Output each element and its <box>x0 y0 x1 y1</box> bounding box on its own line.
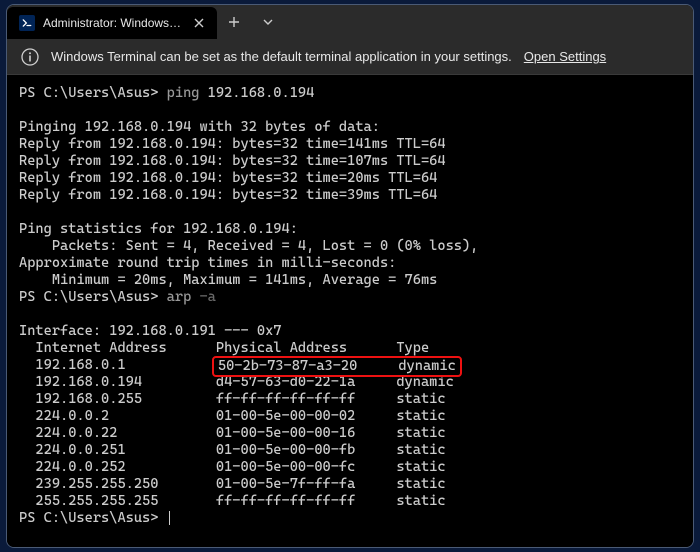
titlebar: Administrator: Windows PowerS <box>7 5 693 39</box>
open-settings-link[interactable]: Open Settings <box>524 49 606 64</box>
close-icon[interactable] <box>191 15 207 31</box>
tab-powershell[interactable]: Administrator: Windows PowerS <box>7 7 217 39</box>
info-icon <box>21 48 39 66</box>
tab-title: Administrator: Windows PowerS <box>43 16 183 30</box>
powershell-icon <box>19 15 35 31</box>
infobar: Windows Terminal can be set as the defau… <box>7 39 693 75</box>
terminal-window: Administrator: Windows PowerS Windows Te… <box>6 4 694 548</box>
new-tab-button[interactable] <box>217 5 251 39</box>
tab-dropdown-button[interactable] <box>251 5 285 39</box>
infobar-message: Windows Terminal can be set as the defau… <box>51 49 512 64</box>
terminal-output[interactable]: PS C:\Users\Asus> ping 192.168.0.194 Pin… <box>7 75 693 547</box>
